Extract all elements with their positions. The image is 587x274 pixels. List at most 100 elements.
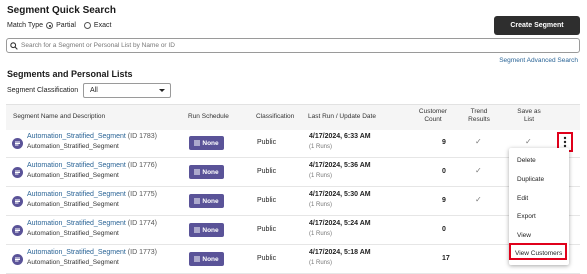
- advanced-search-link[interactable]: Segment Advanced Search: [499, 57, 578, 64]
- segment-name-link[interactable]: Automation_Stratified_Segment (ID 1773): [27, 249, 157, 256]
- segment-name[interactable]: Automation_Stratified_Segment: [27, 133, 126, 140]
- segment-type-icon: [12, 254, 23, 265]
- menu-item-duplicate[interactable]: Duplicate: [517, 176, 544, 183]
- menu-item-export[interactable]: Export: [517, 213, 536, 220]
- segment-description: Automation_Stratified_Segment: [27, 259, 119, 266]
- segments-section-title: Segments and Personal Lists: [7, 69, 133, 79]
- run-schedule-button[interactable]: None: [189, 136, 224, 150]
- list-icon: [194, 256, 201, 262]
- menu-item-view[interactable]: View: [517, 232, 531, 239]
- search-icon: [7, 41, 21, 50]
- run-schedule-button[interactable]: None: [189, 223, 224, 237]
- chevron-down-icon: [159, 89, 165, 92]
- run-count: (1 Runs): [309, 231, 333, 237]
- segment-name[interactable]: Automation_Stratified_Segment: [27, 220, 126, 227]
- run-schedule-label: None: [202, 226, 219, 234]
- classification-label: Segment Classification: [7, 87, 79, 94]
- customer-count: 9: [442, 139, 446, 146]
- segment-type-icon: [12, 196, 23, 207]
- trend-check-icon[interactable]: ✓: [475, 137, 482, 146]
- segment-description: Automation_Stratified_Segment: [27, 230, 119, 237]
- header-classification: Classification: [256, 113, 295, 120]
- run-schedule-button[interactable]: None: [189, 194, 224, 208]
- row-actions-menu: Delete Duplicate Edit Export View View C…: [509, 148, 569, 265]
- last-run-date: 4/17/2024, 5:36 AM: [309, 162, 371, 169]
- customer-count: 0: [442, 226, 446, 233]
- last-run-date: 4/17/2024, 5:18 AM: [309, 249, 371, 256]
- segment-name[interactable]: Automation_Stratified_Segment: [27, 191, 126, 198]
- segment-name-link[interactable]: Automation_Stratified_Segment (ID 1776): [27, 162, 157, 169]
- quick-search-title: Segment Quick Search: [7, 5, 116, 16]
- classification-select[interactable]: All: [83, 83, 171, 98]
- trend-check-icon[interactable]: ✓: [475, 166, 482, 175]
- header-save-line1: Save as: [517, 108, 541, 115]
- trend-check-icon[interactable]: ✓: [475, 195, 482, 204]
- header-trend-line1: Trend: [470, 108, 488, 115]
- kebab-icon: [563, 136, 567, 148]
- segment-id: (ID 1783): [127, 133, 157, 140]
- segment-id: (ID 1776): [127, 162, 157, 169]
- last-run-date: 4/17/2024, 5:30 AM: [309, 191, 371, 198]
- segment-id: (ID 1773): [127, 249, 157, 256]
- header-trend-line2: Results: [468, 116, 490, 123]
- header-customer-count: Customer Count: [413, 108, 453, 124]
- run-count: (1 Runs): [309, 260, 333, 266]
- search-placeholder: Search for a Segment or Personal List by…: [21, 42, 175, 49]
- table-row: Automation_Stratified_Segment (ID 1783) A…: [6, 129, 580, 158]
- menu-item-delete[interactable]: Delete: [517, 157, 536, 164]
- table-row: Automation_Stratified_Segment (ID 1773) A…: [6, 245, 580, 274]
- create-segment-button[interactable]: Create Segment: [494, 16, 580, 35]
- segment-name-link[interactable]: Automation_Stratified_Segment (ID 1775): [27, 191, 157, 198]
- list-icon: [194, 140, 201, 146]
- match-type-label: Match Type: [7, 22, 44, 29]
- last-run-date: 4/17/2024, 6:33 AM: [309, 133, 371, 140]
- radio-exact-label[interactable]: Exact: [94, 22, 112, 29]
- classification-cell: Public: [257, 139, 277, 146]
- header-name: Segment Name and Description: [13, 113, 106, 120]
- segment-name-link[interactable]: Automation_Stratified_Segment (ID 1774): [27, 220, 157, 227]
- run-schedule-label: None: [202, 255, 219, 263]
- segment-type-icon: [12, 167, 23, 178]
- run-schedule-button[interactable]: None: [189, 165, 224, 179]
- table-row: Automation_Stratified_Segment (ID 1775) A…: [6, 187, 580, 216]
- segment-description: Automation_Stratified_Segment: [27, 201, 119, 208]
- radio-partial[interactable]: [46, 22, 54, 29]
- classification-cell: Public: [257, 226, 277, 233]
- segment-type-icon: [12, 138, 23, 149]
- segment-name[interactable]: Automation_Stratified_Segment: [27, 162, 126, 169]
- run-count: (1 Runs): [309, 202, 333, 208]
- segment-name[interactable]: Automation_Stratified_Segment: [27, 249, 126, 256]
- segment-search-input[interactable]: Search for a Segment or Personal List by…: [6, 38, 580, 53]
- classification-cell: Public: [257, 255, 277, 262]
- header-last-run: Last Run / Update Date: [308, 113, 376, 120]
- segment-name-link[interactable]: Automation_Stratified_Segment (ID 1783): [27, 133, 157, 140]
- run-count: (1 Runs): [309, 173, 333, 179]
- run-schedule-button[interactable]: None: [189, 252, 224, 266]
- list-icon: [194, 169, 201, 175]
- run-schedule-label: None: [202, 139, 219, 147]
- radio-exact[interactable]: [83, 22, 91, 29]
- segment-description: Automation_Stratified_Segment: [27, 172, 119, 179]
- list-icon: [194, 227, 201, 233]
- header-save-line2: List: [523, 116, 535, 123]
- radio-partial-label[interactable]: Partial: [56, 22, 76, 29]
- run-count: (1 Runs): [309, 144, 333, 150]
- table-row: Automation_Stratified_Segment (ID 1774) A…: [6, 216, 580, 245]
- header-trend-results: Trend Results: [461, 108, 497, 124]
- run-schedule-label: None: [202, 197, 219, 205]
- classification-cell: Public: [257, 168, 277, 175]
- header-customer-count-line2: Count: [424, 116, 442, 123]
- table-row: Automation_Stratified_Segment (ID 1776) A…: [6, 158, 580, 187]
- customer-count: 0: [442, 168, 446, 175]
- customer-count: 9: [442, 197, 446, 204]
- classification-cell: Public: [257, 197, 277, 204]
- segment-type-icon: [12, 225, 23, 236]
- classification-value: All: [90, 87, 98, 94]
- header-save-as-list: Save as List: [511, 108, 547, 124]
- list-icon: [194, 198, 201, 204]
- customer-count: 17: [442, 255, 450, 262]
- menu-item-edit[interactable]: Edit: [517, 195, 528, 202]
- header-run-schedule: Run Schedule: [188, 113, 229, 120]
- save-list-check-icon[interactable]: ✓: [525, 137, 532, 146]
- segment-id: (ID 1774): [127, 220, 157, 227]
